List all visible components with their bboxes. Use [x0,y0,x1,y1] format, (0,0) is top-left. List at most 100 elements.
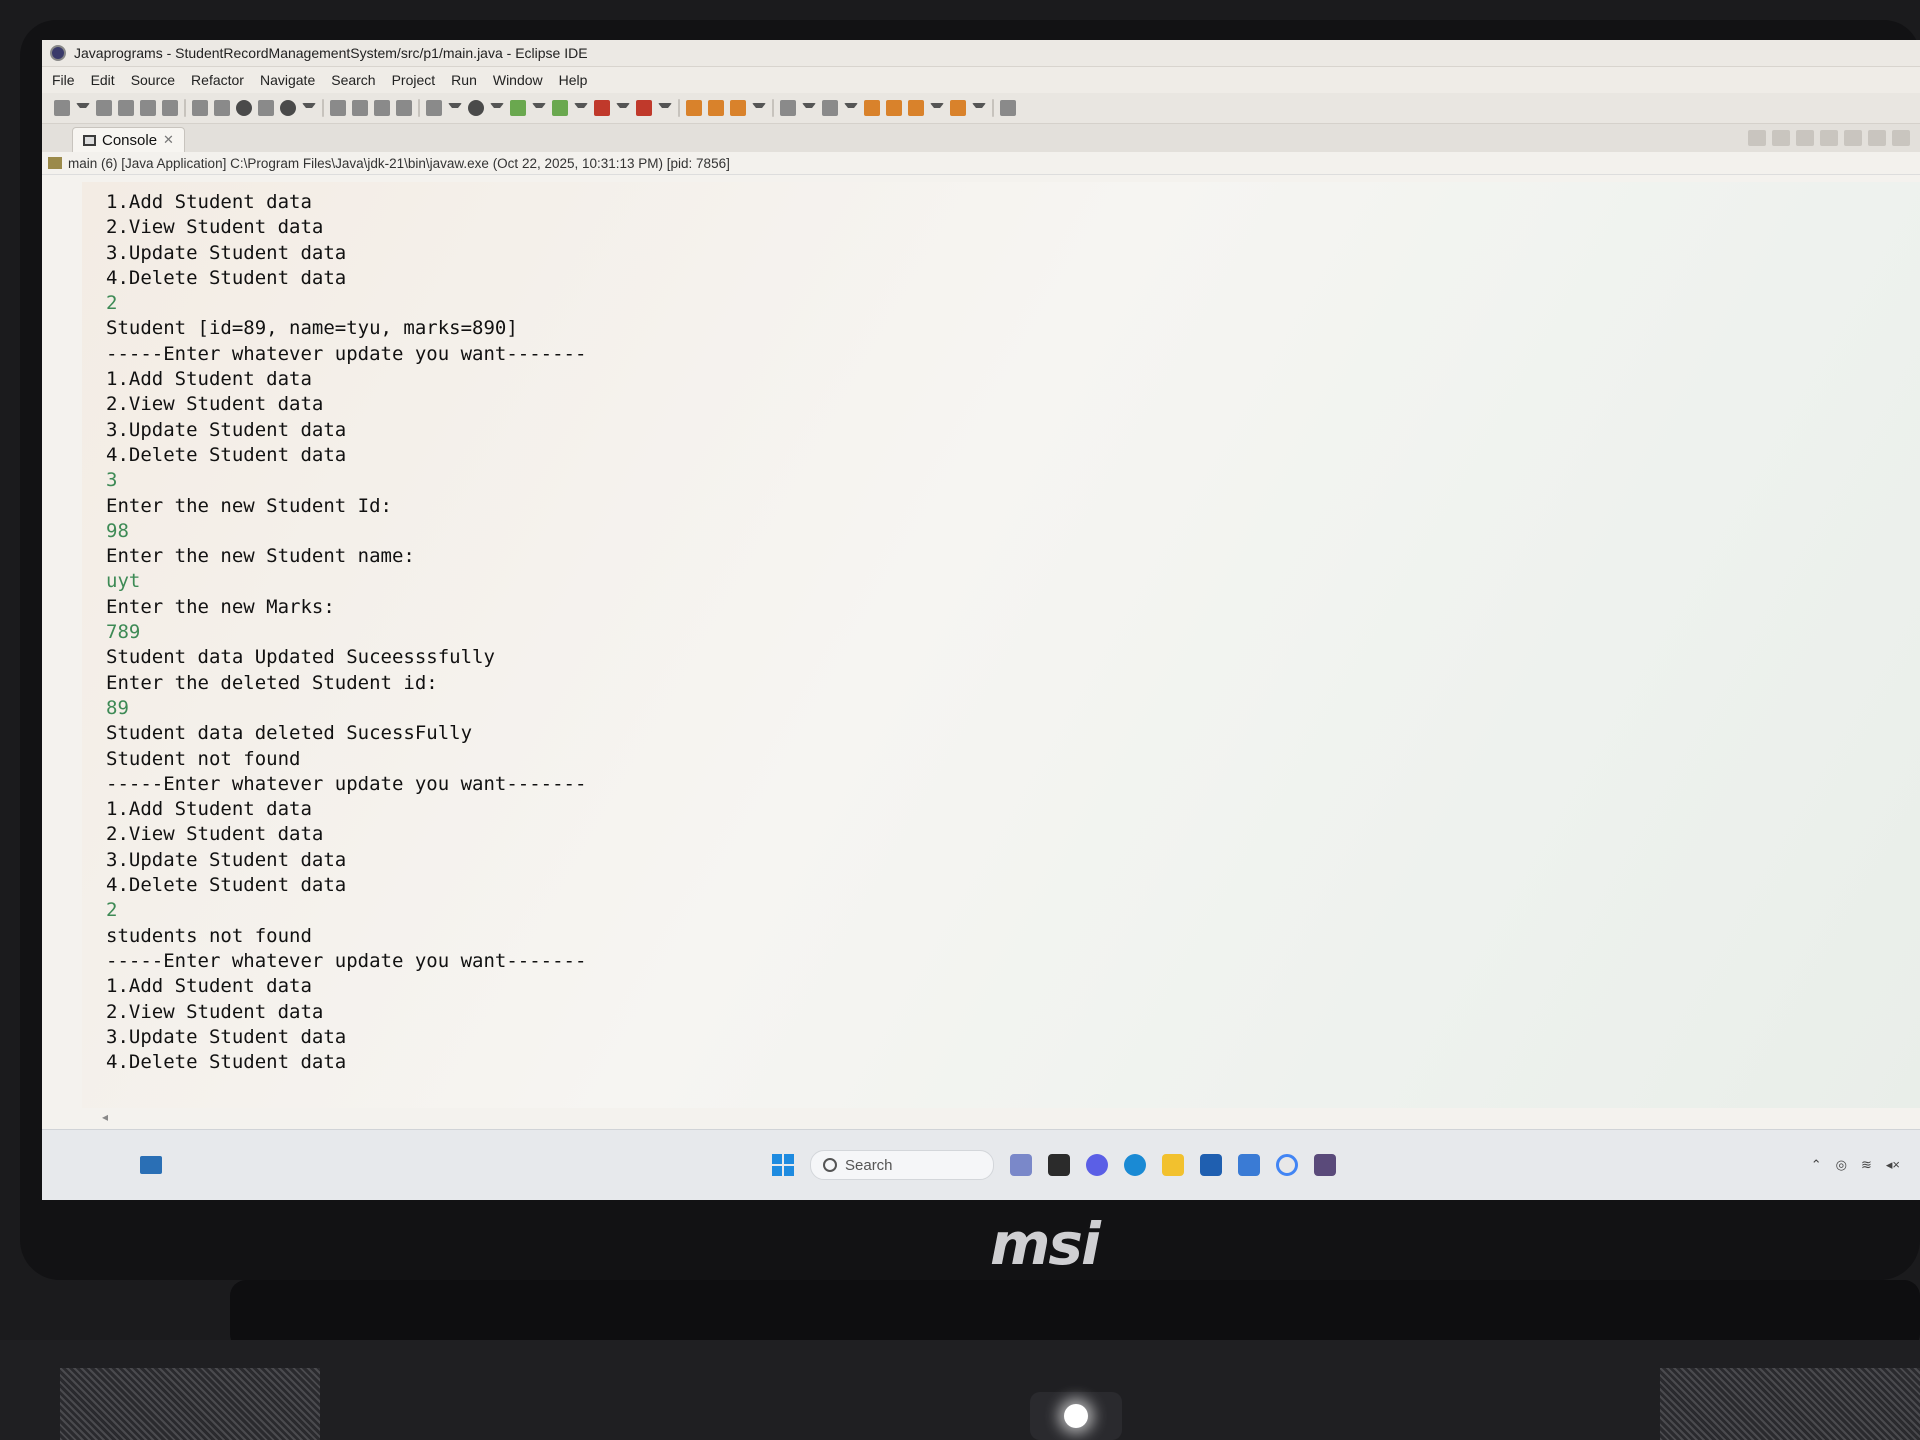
widgets-icon[interactable] [140,1156,162,1174]
edge-browser-icon[interactable] [1124,1154,1146,1176]
record-icon[interactable] [236,100,252,116]
chat-icon[interactable] [1086,1154,1108,1176]
title-bar: Javaprograms - StudentRecordManagementSy… [42,40,1920,67]
console-output-line: Enter the deleted Student id: [106,671,438,694]
console-output[interactable]: 1.Add Student data 2.View Student data 3.U… [82,182,1920,1108]
arrow-left-icon[interactable] [908,100,924,116]
toolbar-separator [772,99,774,117]
chevron-down-icon[interactable] [616,102,630,114]
menu-file[interactable]: File [52,72,75,88]
taskbar-center: Search [772,1150,1336,1180]
save-icon[interactable] [96,100,112,116]
undo-icon[interactable] [140,100,156,116]
clear-console-icon[interactable] [1820,130,1838,146]
mark-icon[interactable] [352,100,368,116]
chevron-down-icon[interactable] [844,102,858,114]
menu-source[interactable]: Source [131,72,175,88]
debug-icon[interactable] [426,100,442,116]
menu-run[interactable]: Run [451,72,477,88]
scroll-left-icon[interactable]: ◂ [102,1110,122,1124]
coverage-icon[interactable] [510,100,526,116]
redo-icon[interactable] [162,100,178,116]
console-input-line: uyt [106,570,141,593]
menu-help[interactable]: Help [559,72,588,88]
taskbar-search[interactable]: Search [810,1150,994,1180]
left-speaker [60,1368,320,1440]
console-input-line: 789 [106,621,141,644]
chevron-down-icon[interactable] [76,102,90,114]
chevron-down-icon[interactable] [574,102,588,114]
console-output-line: -----Enter whatever update you want-----… [106,342,587,365]
pin-icon[interactable] [214,100,230,116]
display-console-icon[interactable] [1892,130,1910,146]
menu-refactor[interactable]: Refactor [191,72,244,88]
arrow-right-icon[interactable] [950,100,966,116]
paragraph-icon[interactable] [396,100,412,116]
terminate-icon[interactable] [594,100,610,116]
scroll-lock-icon[interactable] [1844,130,1862,146]
back-icon[interactable] [864,100,880,116]
console-output-line: 1.Add Student data [106,191,312,213]
chevron-down-icon[interactable] [490,102,504,114]
console-output-line: 4.Delete Student data [106,443,347,466]
mail-icon[interactable] [1238,1154,1260,1176]
annotation-icon[interactable] [780,100,796,116]
menu-window[interactable]: Window [493,72,543,88]
wifi-icon[interactable]: ≋ [1861,1157,1872,1173]
new-icon[interactable] [54,100,70,116]
terminal-icon[interactable] [192,100,208,116]
file-explorer-icon[interactable] [1162,1154,1184,1176]
refresh-icon[interactable] [280,100,296,116]
launch-info-bar: main (6) [Java Application] C:\Program F… [42,152,1920,175]
power-button[interactable] [1030,1392,1122,1440]
tab-console[interactable]: Console ✕ [72,127,185,152]
chevron-down-icon[interactable] [532,102,546,114]
menu-navigate[interactable]: Navigate [260,72,315,88]
search-tool-icon[interactable] [730,100,746,116]
menu-search[interactable]: Search [331,72,375,88]
console-output-line: Enter the new Student name: [106,545,415,568]
chevron-down-icon[interactable] [802,102,816,114]
close-icon[interactable]: ✕ [163,132,174,148]
remove-launch-icon[interactable] [1772,130,1790,146]
chevron-down-icon[interactable] [302,102,316,114]
external-tools-icon[interactable] [552,100,568,116]
format-icon[interactable] [374,100,390,116]
chevron-up-icon[interactable]: ⌃ [1811,1157,1822,1173]
google-chrome-icon[interactable] [1276,1154,1298,1176]
run-icon[interactable] [468,100,484,116]
remove-all-icon[interactable] [1796,130,1814,146]
chevron-down-icon[interactable] [658,102,672,114]
pin-console-icon[interactable] [1868,130,1886,146]
terminate-icon[interactable] [1748,130,1766,146]
chevron-down-icon[interactable] [972,102,986,114]
console-output-line: Student data Updated Suceesssfully [106,646,495,669]
console-output-line: 4.Delete Student data [106,1051,347,1074]
eclipse-taskbar-icon[interactable] [1314,1154,1336,1176]
menu-project[interactable]: Project [392,72,436,88]
new-java-icon[interactable] [636,100,652,116]
build-icon[interactable] [258,100,274,116]
forward-edit-icon[interactable] [886,100,902,116]
save-all-icon[interactable] [118,100,134,116]
chevron-down-icon[interactable] [930,102,944,114]
copilot-icon[interactable] [1010,1154,1032,1176]
next-annotation-icon[interactable] [822,100,838,116]
console-input-line: 98 [106,519,129,542]
window-title: Javaprograms - StudentRecordManagementSy… [74,45,588,61]
right-speaker [1660,1368,1920,1440]
store-icon[interactable] [1200,1154,1222,1176]
toggle-icon[interactable] [330,100,346,116]
volume-icon[interactable]: ◂× [1886,1157,1900,1173]
console-output-line: Student not found [106,747,301,770]
chevron-down-icon[interactable] [448,102,462,114]
network-icon[interactable]: ◎ [1836,1157,1847,1173]
search-icon [823,1158,837,1172]
open-task-icon[interactable] [708,100,724,116]
open-perspective-icon[interactable] [1000,100,1016,116]
task-view-icon[interactable] [1048,1154,1070,1176]
windows-start-icon[interactable] [772,1154,794,1176]
chevron-down-icon[interactable] [752,102,766,114]
open-type-icon[interactable] [686,100,702,116]
menu-edit[interactable]: Edit [91,72,115,88]
